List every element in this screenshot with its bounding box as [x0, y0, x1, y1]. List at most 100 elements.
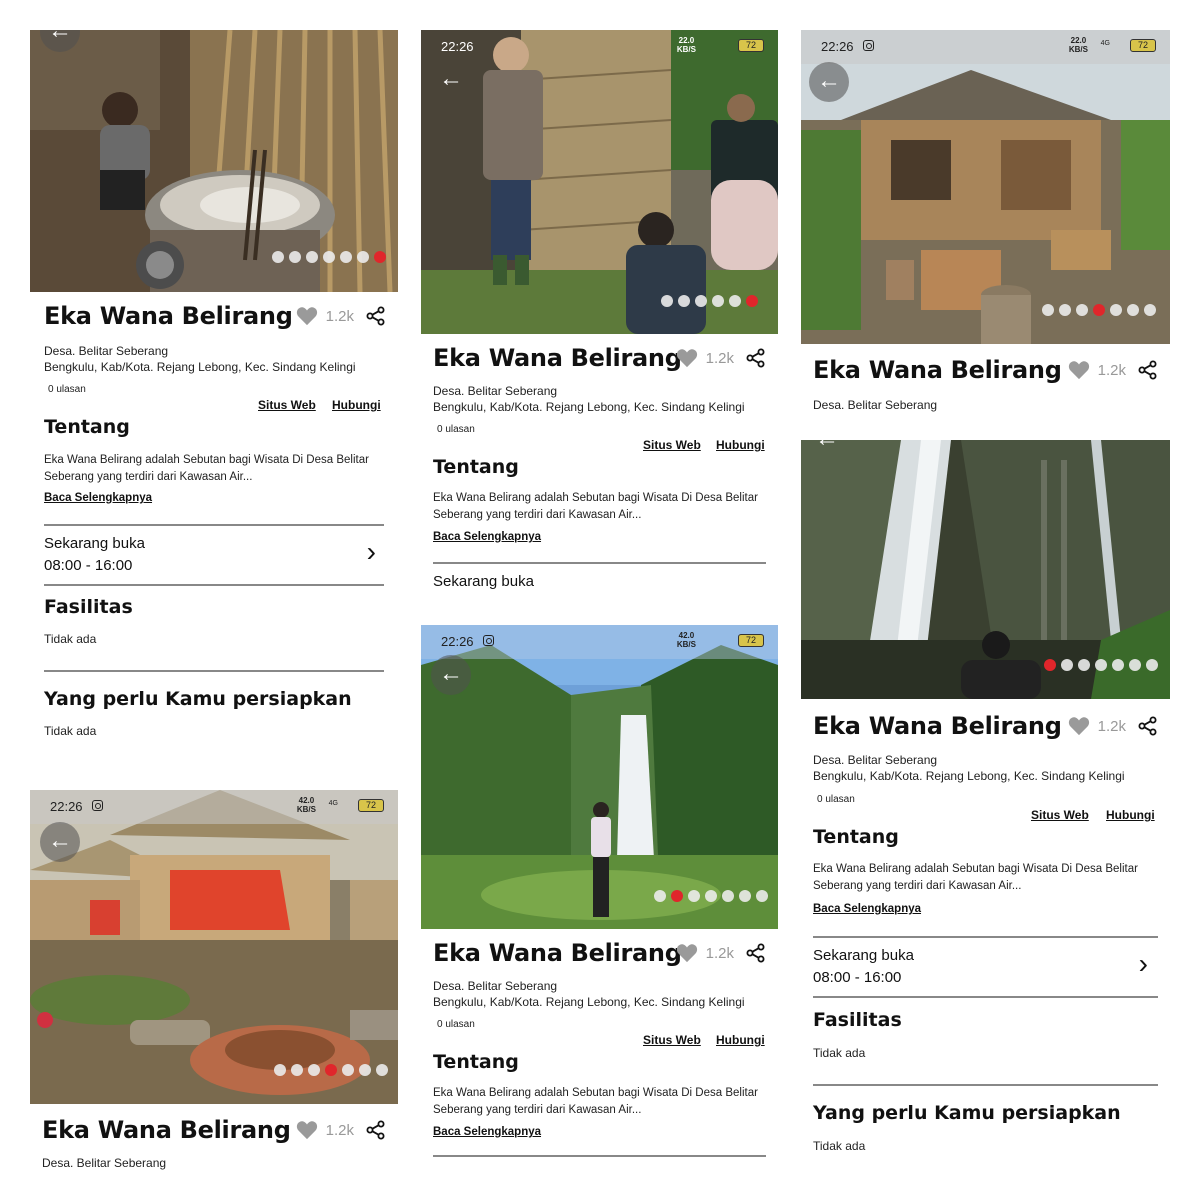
heart-icon[interactable]: [1068, 360, 1090, 380]
gallery-dot[interactable]: [342, 1064, 354, 1076]
website-link[interactable]: Situs Web: [643, 1033, 701, 1047]
gallery-dot[interactable]: [1042, 304, 1054, 316]
gallery-dot-active[interactable]: [746, 295, 758, 307]
gallery-dot[interactable]: [712, 295, 724, 307]
gallery-dot[interactable]: [359, 1064, 371, 1076]
gallery-photo[interactable]: 22:26 22.0 KB/S 4G 72 ←: [801, 30, 1170, 344]
heart-icon[interactable]: [1068, 716, 1090, 736]
gallery-dot[interactable]: [729, 295, 741, 307]
about-text: Eka Wana Belirang adalah Sebutan bagi Wi…: [813, 863, 1138, 892]
gallery-dot[interactable]: [376, 1064, 388, 1076]
review-count[interactable]: 0 ulasan: [48, 384, 86, 395]
back-arrow-icon[interactable]: ←: [431, 60, 471, 100]
website-link[interactable]: Situs Web: [258, 398, 316, 412]
gallery-photo[interactable]: 22:26 42.0 KB/S 72 ←: [421, 625, 778, 929]
heart-icon[interactable]: [676, 943, 698, 963]
read-more-link[interactable]: Baca Selengkapnya: [433, 1126, 541, 1138]
share-icon[interactable]: [366, 1120, 386, 1140]
gallery-dots[interactable]: [661, 295, 758, 307]
divider: [44, 670, 384, 672]
chevron-right-icon[interactable]: ›: [367, 536, 376, 568]
open-status[interactable]: Sekarang buka: [813, 947, 914, 964]
gallery-dot-active[interactable]: [671, 890, 683, 902]
gallery-dots[interactable]: [272, 251, 386, 263]
camera-icon: [92, 800, 103, 811]
gallery-dot-active[interactable]: [374, 251, 386, 263]
gallery-dot[interactable]: [357, 251, 369, 263]
gallery-dot[interactable]: [1144, 304, 1156, 316]
screenshot-wooden-hut: 22:26 22.0 KB/S 4G 72 ← Eka Wana Belirang…: [801, 30, 1170, 415]
network-speed-unit: KB/S: [296, 805, 316, 814]
gallery-dot[interactable]: [1110, 304, 1122, 316]
gallery-dot[interactable]: [739, 890, 751, 902]
back-arrow-icon[interactable]: ←: [809, 62, 849, 102]
gallery-dot[interactable]: [274, 1064, 286, 1076]
contact-link[interactable]: Hubungi: [332, 398, 381, 412]
share-icon[interactable]: [1138, 360, 1158, 380]
share-icon[interactable]: [746, 943, 766, 963]
read-more-link[interactable]: Baca Selengkapnya: [813, 903, 921, 915]
gallery-dot[interactable]: [340, 251, 352, 263]
open-status[interactable]: Sekarang buka: [44, 535, 145, 552]
share-icon[interactable]: [366, 306, 386, 326]
gallery-dot[interactable]: [323, 251, 335, 263]
gallery-dot[interactable]: [289, 251, 301, 263]
gallery-dots[interactable]: [274, 1064, 388, 1076]
gallery-dot[interactable]: [306, 251, 318, 263]
gallery-dot[interactable]: [308, 1064, 320, 1076]
gallery-dot[interactable]: [705, 890, 717, 902]
gallery-dot[interactable]: [1076, 304, 1088, 316]
gallery-dot[interactable]: [722, 890, 734, 902]
screenshot-huts: 22:26 42.0 KB/S 4G 72 ← Eka Wana Belirang…: [30, 790, 398, 1180]
heart-icon[interactable]: [296, 1120, 318, 1140]
read-more-link[interactable]: Baca Selengkapnya: [44, 492, 152, 504]
gallery-dot[interactable]: [1061, 659, 1073, 671]
gallery-dots[interactable]: [1042, 304, 1156, 316]
share-icon[interactable]: [746, 348, 766, 368]
gallery-dot-active[interactable]: [1044, 659, 1056, 671]
like-count: 1.2k: [705, 349, 734, 367]
gallery-dot[interactable]: [1059, 304, 1071, 316]
gallery-dot[interactable]: [654, 890, 666, 902]
gallery-photo[interactable]: ←: [801, 440, 1170, 699]
gallery-dot-active[interactable]: [1093, 304, 1105, 316]
gallery-dots[interactable]: [1044, 659, 1158, 671]
gallery-dot[interactable]: [695, 295, 707, 307]
heart-icon[interactable]: [296, 306, 318, 326]
contact-link[interactable]: Hubungi: [716, 1033, 765, 1047]
gallery-dot[interactable]: [1127, 304, 1139, 316]
place-title: Eka Wana Belirang: [813, 356, 1062, 384]
gallery-dot[interactable]: [291, 1064, 303, 1076]
gallery-dots[interactable]: [654, 890, 768, 902]
review-count[interactable]: 0 ulasan: [817, 794, 855, 805]
contact-link[interactable]: Hubungi: [1106, 808, 1155, 822]
gallery-dot[interactable]: [1095, 659, 1107, 671]
battery-icon: 72: [738, 39, 764, 52]
gallery-photo[interactable]: [30, 30, 398, 292]
gallery-dot[interactable]: [272, 251, 284, 263]
gallery-photo[interactable]: 22:26 42.0 KB/S 4G 72 ←: [30, 790, 398, 1104]
website-link[interactable]: Situs Web: [643, 438, 701, 452]
open-status[interactable]: Sekarang buka: [433, 573, 534, 590]
gallery-dot[interactable]: [661, 295, 673, 307]
gallery-dot[interactable]: [1146, 659, 1158, 671]
heart-icon[interactable]: [676, 348, 698, 368]
review-count[interactable]: 0 ulasan: [437, 424, 475, 435]
back-arrow-icon[interactable]: ←: [40, 822, 80, 862]
gallery-dot[interactable]: [1078, 659, 1090, 671]
gallery-dot[interactable]: [1112, 659, 1124, 671]
gallery-dot[interactable]: [756, 890, 768, 902]
gallery-photo[interactable]: 22:26 22.0 KB/S 72 ←: [421, 30, 778, 334]
review-count[interactable]: 0 ulasan: [437, 1019, 475, 1030]
share-icon[interactable]: [1138, 716, 1158, 736]
back-arrow-icon[interactable]: ←: [431, 655, 471, 695]
chevron-right-icon[interactable]: ›: [1139, 948, 1148, 980]
gallery-dot-active[interactable]: [325, 1064, 337, 1076]
gallery-dot[interactable]: [688, 890, 700, 902]
address-line-1: Desa. Belitar Seberang: [433, 384, 558, 398]
website-link[interactable]: Situs Web: [1031, 808, 1089, 822]
read-more-link[interactable]: Baca Selengkapnya: [433, 531, 541, 543]
contact-link[interactable]: Hubungi: [716, 438, 765, 452]
gallery-dot[interactable]: [678, 295, 690, 307]
gallery-dot[interactable]: [1129, 659, 1141, 671]
